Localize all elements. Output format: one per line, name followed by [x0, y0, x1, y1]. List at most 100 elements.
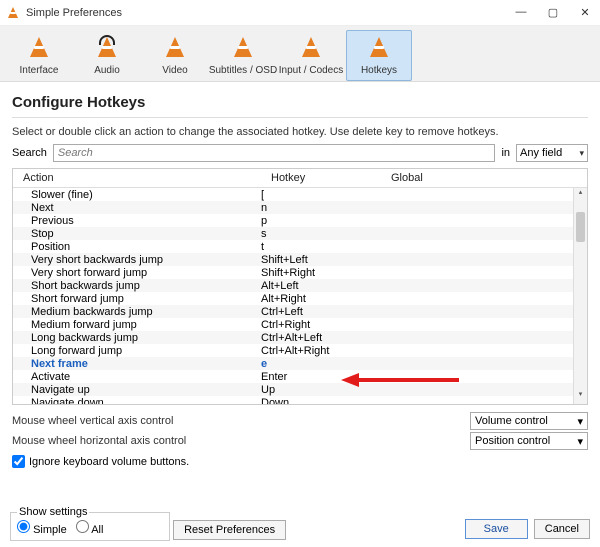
table-row[interactable]: Nextn: [13, 201, 587, 214]
col-hotkey[interactable]: Hotkey: [261, 169, 381, 187]
action-cell: Medium backwards jump: [13, 306, 261, 318]
hotkey-cell: Up: [261, 384, 381, 396]
maximize-button[interactable]: ▢: [544, 6, 562, 19]
hotkey-cell: Ctrl+Alt+Left: [261, 332, 381, 344]
titlebar: Simple Preferences — ▢ ✕: [0, 0, 600, 26]
action-cell: Navigate up: [13, 384, 261, 396]
show-simple-option[interactable]: Simple: [17, 524, 67, 536]
action-cell: Short forward jump: [13, 293, 261, 305]
action-cell: Navigate down: [13, 397, 261, 405]
page-title: Configure Hotkeys: [12, 94, 588, 111]
tab-audio[interactable]: Audio: [74, 30, 140, 81]
wheel-vertical-dropdown[interactable]: Volume control ▾: [470, 412, 588, 430]
table-row[interactable]: Very short forward jumpShift+Right: [13, 266, 587, 279]
table-row[interactable]: Slower (fine)[: [13, 188, 587, 201]
cone-icon: [297, 35, 325, 61]
search-scope-value: Any field: [520, 147, 562, 159]
ignore-kb-volume-checkbox[interactable]: [12, 455, 25, 468]
hotkey-cell: Alt+Right: [261, 293, 381, 305]
show-simple-radio[interactable]: [17, 520, 30, 533]
minimize-button[interactable]: —: [512, 6, 530, 19]
table-row[interactable]: Navigate upUp: [13, 383, 587, 396]
scroll-thumb[interactable]: [576, 212, 585, 242]
chevron-down-icon: ▾: [577, 415, 583, 428]
wheel-horizontal-dropdown[interactable]: Position control ▾: [470, 432, 588, 450]
hotkey-cell: Down: [261, 397, 381, 405]
tab-input-codecs[interactable]: Input / Codecs: [278, 30, 344, 81]
divider: [12, 117, 588, 118]
action-cell: Long backwards jump: [13, 332, 261, 344]
close-button[interactable]: ✕: [576, 6, 594, 19]
hotkey-cell: Alt+Left: [261, 280, 381, 292]
table-row[interactable]: Positiont: [13, 240, 587, 253]
cone-icon: [161, 35, 189, 61]
col-global[interactable]: Global: [381, 169, 587, 187]
tab-video[interactable]: Video: [142, 30, 208, 81]
hotkey-cell: p: [261, 215, 381, 227]
chevron-down-icon: ▾: [579, 148, 584, 159]
wheel-horizontal-value: Position control: [475, 435, 550, 447]
hotkey-table: Action Hotkey Global Slower (fine)[Nextn…: [12, 168, 588, 405]
chevron-down-icon: ▾: [577, 435, 583, 448]
show-settings-legend: Show settings: [17, 506, 89, 518]
table-row[interactable]: Navigate downDown: [13, 396, 587, 404]
preference-tabs: Interface Audio Video Subtitles / OSD In…: [0, 26, 600, 82]
show-all-option[interactable]: All: [76, 524, 104, 536]
wheel-vertical-label: Mouse wheel vertical axis control: [12, 415, 173, 427]
save-button[interactable]: Save: [465, 519, 528, 539]
table-row[interactable]: Medium backwards jumpCtrl+Left: [13, 305, 587, 318]
search-scope-dropdown[interactable]: Any field ▾: [516, 144, 588, 162]
wheel-vertical-value: Volume control: [475, 415, 548, 427]
tab-interface[interactable]: Interface: [6, 30, 72, 81]
hotkey-cell: Ctrl+Alt+Right: [261, 345, 381, 357]
scrollbar[interactable]: ▴ ▾: [573, 188, 587, 404]
tab-label: Input / Codecs: [279, 65, 343, 76]
scroll-up-icon[interactable]: ▴: [574, 188, 587, 202]
hotkey-cell: [: [261, 189, 381, 201]
window-title: Simple Preferences: [26, 7, 122, 19]
table-row[interactable]: Long forward jumpCtrl+Alt+Right: [13, 344, 587, 357]
hotkey-cell: s: [261, 228, 381, 240]
tab-subtitles[interactable]: Subtitles / OSD: [210, 30, 276, 81]
action-cell: Stop: [13, 228, 261, 240]
action-cell: Previous: [13, 215, 261, 227]
help-text: Select or double click an action to chan…: [12, 126, 588, 138]
reset-preferences-button[interactable]: Reset Preferences: [173, 520, 286, 540]
table-row[interactable]: Next framee: [13, 357, 587, 370]
table-row[interactable]: Short forward jumpAlt+Right: [13, 292, 587, 305]
hotkey-cell: t: [261, 241, 381, 253]
tab-hotkeys[interactable]: Hotkeys: [346, 30, 412, 81]
action-cell: Slower (fine): [13, 189, 261, 201]
hotkey-cell: Ctrl+Right: [261, 319, 381, 331]
hotkey-cell: e: [261, 358, 381, 370]
tab-label: Audio: [94, 65, 120, 76]
show-all-radio[interactable]: [76, 520, 89, 533]
action-cell: Next frame: [13, 358, 261, 370]
cancel-button[interactable]: Cancel: [534, 519, 590, 539]
table-header[interactable]: Action Hotkey Global: [13, 169, 587, 188]
table-row[interactable]: Very short backwards jumpShift+Left: [13, 253, 587, 266]
table-row[interactable]: Medium forward jumpCtrl+Right: [13, 318, 587, 331]
tab-label: Subtitles / OSD: [209, 65, 277, 76]
table-row[interactable]: Long backwards jumpCtrl+Alt+Left: [13, 331, 587, 344]
table-row[interactable]: Stops: [13, 227, 587, 240]
action-cell: Very short forward jump: [13, 267, 261, 279]
col-action[interactable]: Action: [13, 169, 261, 187]
table-row[interactable]: Previousp: [13, 214, 587, 227]
hotkey-cell: Enter: [261, 371, 381, 383]
wheel-horizontal-label: Mouse wheel horizontal axis control: [12, 435, 186, 447]
table-body: Slower (fine)[NextnPreviouspStopsPositio…: [13, 188, 587, 404]
action-cell: Very short backwards jump: [13, 254, 261, 266]
tab-label: Video: [162, 65, 187, 76]
cone-icon: [365, 35, 393, 61]
in-label: in: [501, 147, 510, 159]
ignore-kb-volume-label: Ignore keyboard volume buttons.: [29, 456, 189, 468]
hotkey-cell: n: [261, 202, 381, 214]
table-row[interactable]: Short backwards jumpAlt+Left: [13, 279, 587, 292]
table-row[interactable]: ActivateEnter: [13, 370, 587, 383]
vlc-cone-icon: [6, 6, 20, 20]
headphones-cone-icon: [93, 35, 121, 61]
scroll-down-icon[interactable]: ▾: [574, 390, 587, 404]
action-cell: Position: [13, 241, 261, 253]
search-input[interactable]: [53, 144, 496, 162]
